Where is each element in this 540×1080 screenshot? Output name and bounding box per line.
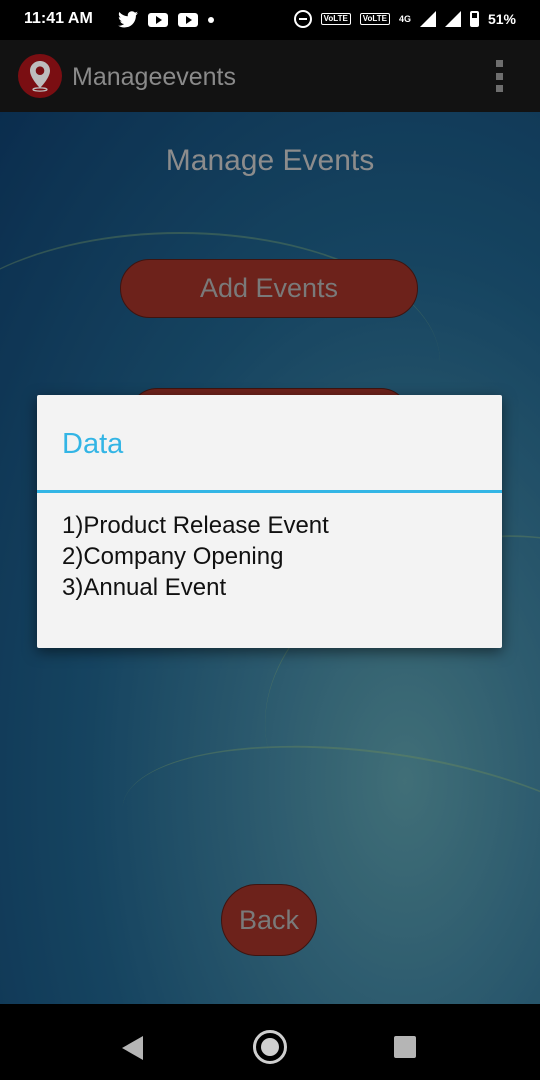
volte-icon: VoLTE	[320, 13, 351, 25]
status-time: 11:41 AM	[24, 10, 93, 27]
twitter-icon	[118, 11, 138, 28]
location-pin-icon	[18, 54, 62, 98]
event-list-item: 2)Company Opening	[62, 543, 284, 570]
signal-icon	[444, 11, 461, 27]
data-dialog: Data 1)Product Release Event 2)Company O…	[37, 395, 502, 648]
volte-icon: VoLTE	[359, 13, 390, 25]
back-button[interactable]: Back	[221, 884, 317, 956]
add-events-button[interactable]: Add Events	[120, 259, 418, 318]
system-nav-bar	[0, 1004, 540, 1080]
network-type-label: 4G	[398, 14, 411, 24]
notification-dot-icon	[208, 16, 214, 23]
status-bar: 11:41 AM VoLTE VoLTE 4G 51%	[0, 0, 540, 40]
do-not-disturb-icon	[293, 10, 312, 28]
overflow-menu-icon[interactable]	[496, 60, 504, 92]
recents-icon[interactable]	[394, 1036, 416, 1058]
event-list-item: 1)Product Release Event	[62, 512, 329, 539]
status-system-icons: VoLTE VoLTE 4G 51%	[293, 10, 516, 28]
battery-percent: 51%	[487, 11, 516, 27]
page-title: Manage Events	[165, 144, 375, 177]
dialog-title: Data	[62, 428, 124, 460]
back-icon[interactable]	[122, 1036, 143, 1060]
dialog-divider	[37, 490, 502, 493]
home-icon[interactable]	[253, 1030, 287, 1064]
signal-icon	[419, 11, 436, 27]
app-title: Manageevents	[72, 63, 237, 91]
event-list-item: 3)Annual Event	[62, 574, 227, 601]
youtube-icon	[178, 12, 198, 27]
dialog-body: 1)Product Release Event 2)Company Openin…	[62, 510, 329, 603]
status-notification-icons	[118, 11, 214, 28]
app-bar: Manageevents	[0, 40, 540, 112]
youtube-icon	[148, 12, 168, 27]
battery-icon	[469, 11, 479, 27]
